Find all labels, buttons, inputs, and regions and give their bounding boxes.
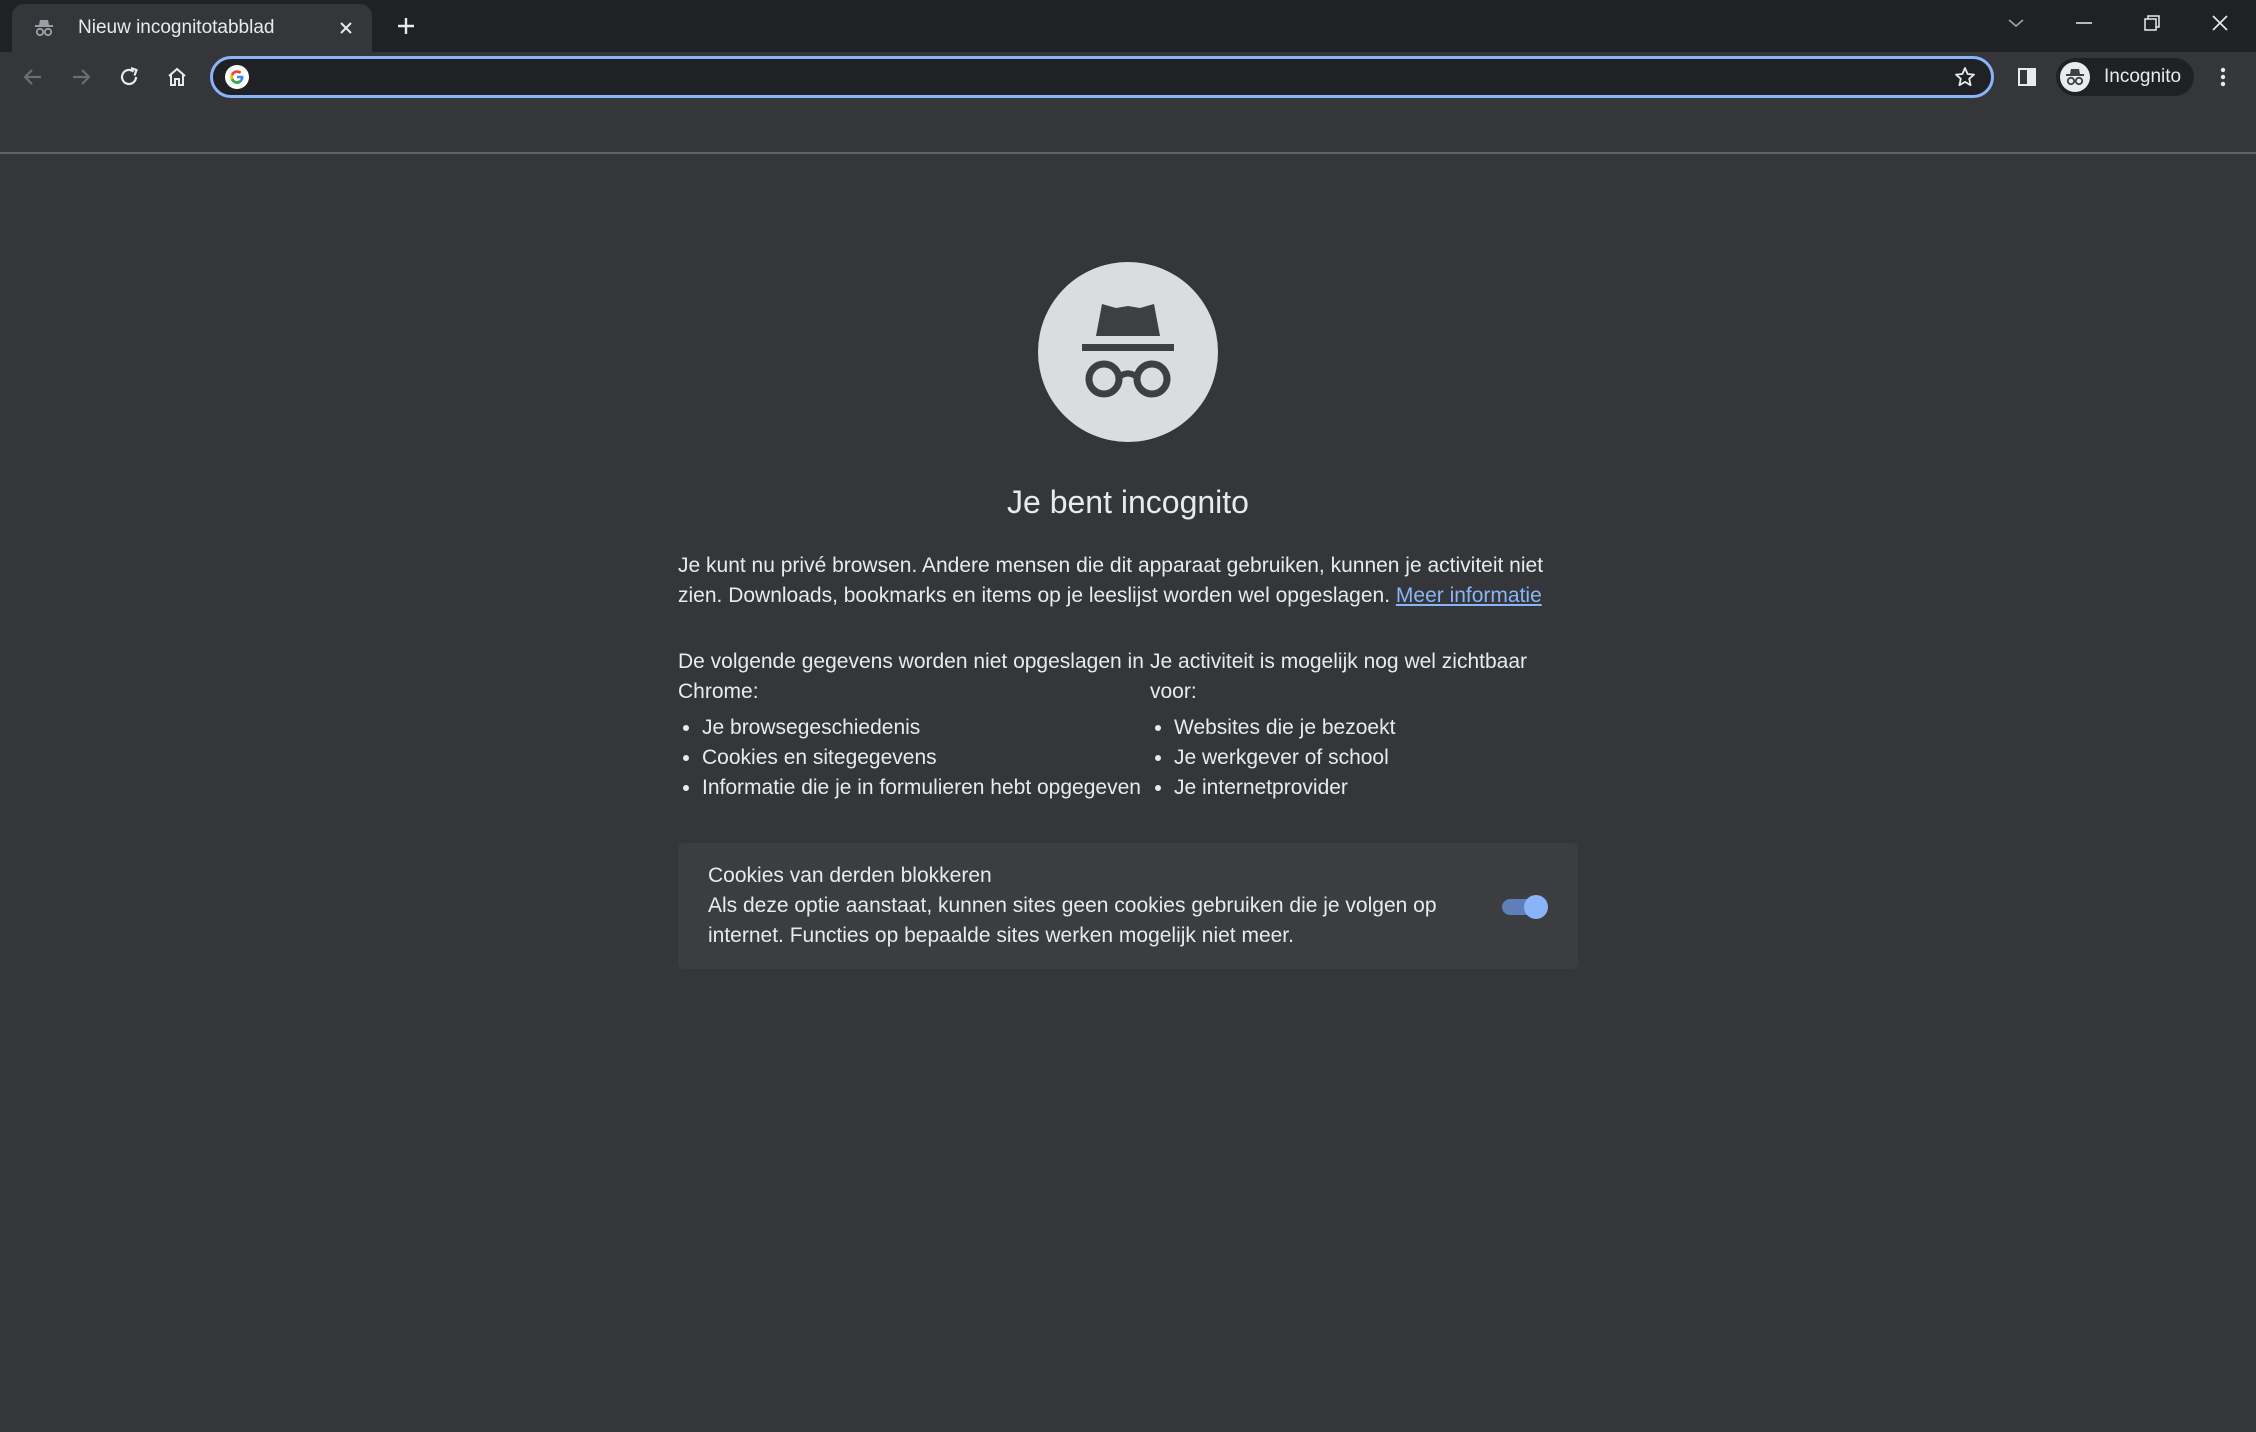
still-visible-column: Je activiteit is mogelijk nog wel zichtb… bbox=[1150, 647, 1578, 803]
star-icon[interactable] bbox=[1951, 63, 1979, 91]
forward-arrow-icon[interactable] bbox=[64, 60, 98, 94]
bookmarks-bar bbox=[0, 102, 2256, 154]
block-cookies-toggle[interactable] bbox=[1500, 893, 1548, 919]
profile-chip[interactable]: Incognito bbox=[2056, 58, 2194, 96]
tab-strip: Nieuw incognitotabblad bbox=[0, 0, 2256, 52]
close-window-icon[interactable] bbox=[2200, 6, 2240, 40]
not-saved-title-emphasis: opgeslagen bbox=[1013, 650, 1122, 673]
profile-label: Incognito bbox=[2104, 66, 2182, 87]
back-arrow-icon[interactable] bbox=[16, 60, 50, 94]
still-visible-title-part: voor: bbox=[1150, 680, 1197, 703]
still-visible-title-emphasis: nog wel zichtbaar bbox=[1363, 650, 1528, 673]
omnibox-input[interactable] bbox=[261, 65, 1951, 89]
google-icon bbox=[225, 65, 249, 89]
incognito-icon bbox=[1038, 262, 1218, 442]
plus-icon[interactable] bbox=[390, 10, 422, 42]
toggle-knob bbox=[1524, 895, 1548, 919]
not-saved-list: Je browsegeschiedenis Cookies en sitegeg… bbox=[678, 713, 1150, 803]
incognito-page: Je bent incognito Je kunt nu privé brows… bbox=[678, 262, 1578, 969]
cookie-card-description: Als deze optie aanstaat, kunnen sites ge… bbox=[708, 894, 1437, 947]
list-item: Je browsegeschiedenis bbox=[702, 713, 1150, 743]
list-item: Cookies en sitegegevens bbox=[702, 743, 1150, 773]
list-item: Je werkgever of school bbox=[1174, 743, 1578, 773]
not-saved-title: De volgende gegevens worden niet opgesla… bbox=[678, 647, 1150, 707]
reload-icon[interactable] bbox=[112, 60, 146, 94]
incognito-icon bbox=[32, 16, 56, 40]
learn-more-link[interactable]: Meer informatie bbox=[1396, 584, 1542, 607]
tab-incognito[interactable]: Nieuw incognitotabblad bbox=[12, 4, 372, 52]
chevron-down-icon[interactable] bbox=[1996, 6, 2036, 40]
third-party-cookies-card: Cookies van derden blokkeren Als deze op… bbox=[678, 843, 1578, 969]
page-title: Je bent incognito bbox=[1007, 484, 1249, 520]
restore-icon[interactable] bbox=[2132, 6, 2172, 40]
side-panel-icon[interactable] bbox=[2010, 60, 2044, 94]
list-item: Websites die je bezoekt bbox=[1174, 713, 1578, 743]
list-item: Informatie die je in formulieren hebt op… bbox=[702, 773, 1150, 803]
home-icon[interactable] bbox=[160, 60, 194, 94]
still-visible-list: Websites die je bezoekt Je werkgever of … bbox=[1150, 713, 1578, 803]
list-item: Je internetprovider bbox=[1174, 773, 1578, 803]
tab-title: Nieuw incognitotabblad bbox=[78, 17, 275, 38]
more-vert-icon[interactable] bbox=[2206, 60, 2240, 94]
cookie-card-title: Cookies van derden blokkeren bbox=[708, 864, 992, 887]
not-saved-title-part: De volgende gegevens worden niet bbox=[678, 650, 1014, 673]
close-icon[interactable] bbox=[332, 14, 360, 42]
minimize-icon[interactable] bbox=[2064, 6, 2104, 40]
incognito-avatar-icon bbox=[2060, 62, 2090, 92]
omnibox[interactable] bbox=[210, 56, 1994, 98]
still-visible-title-part: Je activiteit is mogelijk bbox=[1150, 650, 1364, 673]
toolbar: Incognito bbox=[0, 52, 2256, 102]
intro-text: Je kunt nu privé browsen. Andere mensen … bbox=[678, 551, 1578, 611]
not-saved-column: De volgende gegevens worden niet opgesla… bbox=[678, 647, 1150, 803]
info-columns: De volgende gegevens worden niet opgesla… bbox=[678, 647, 1578, 803]
still-visible-title: Je activiteit is mogelijk nog wel zichtb… bbox=[1150, 647, 1578, 707]
